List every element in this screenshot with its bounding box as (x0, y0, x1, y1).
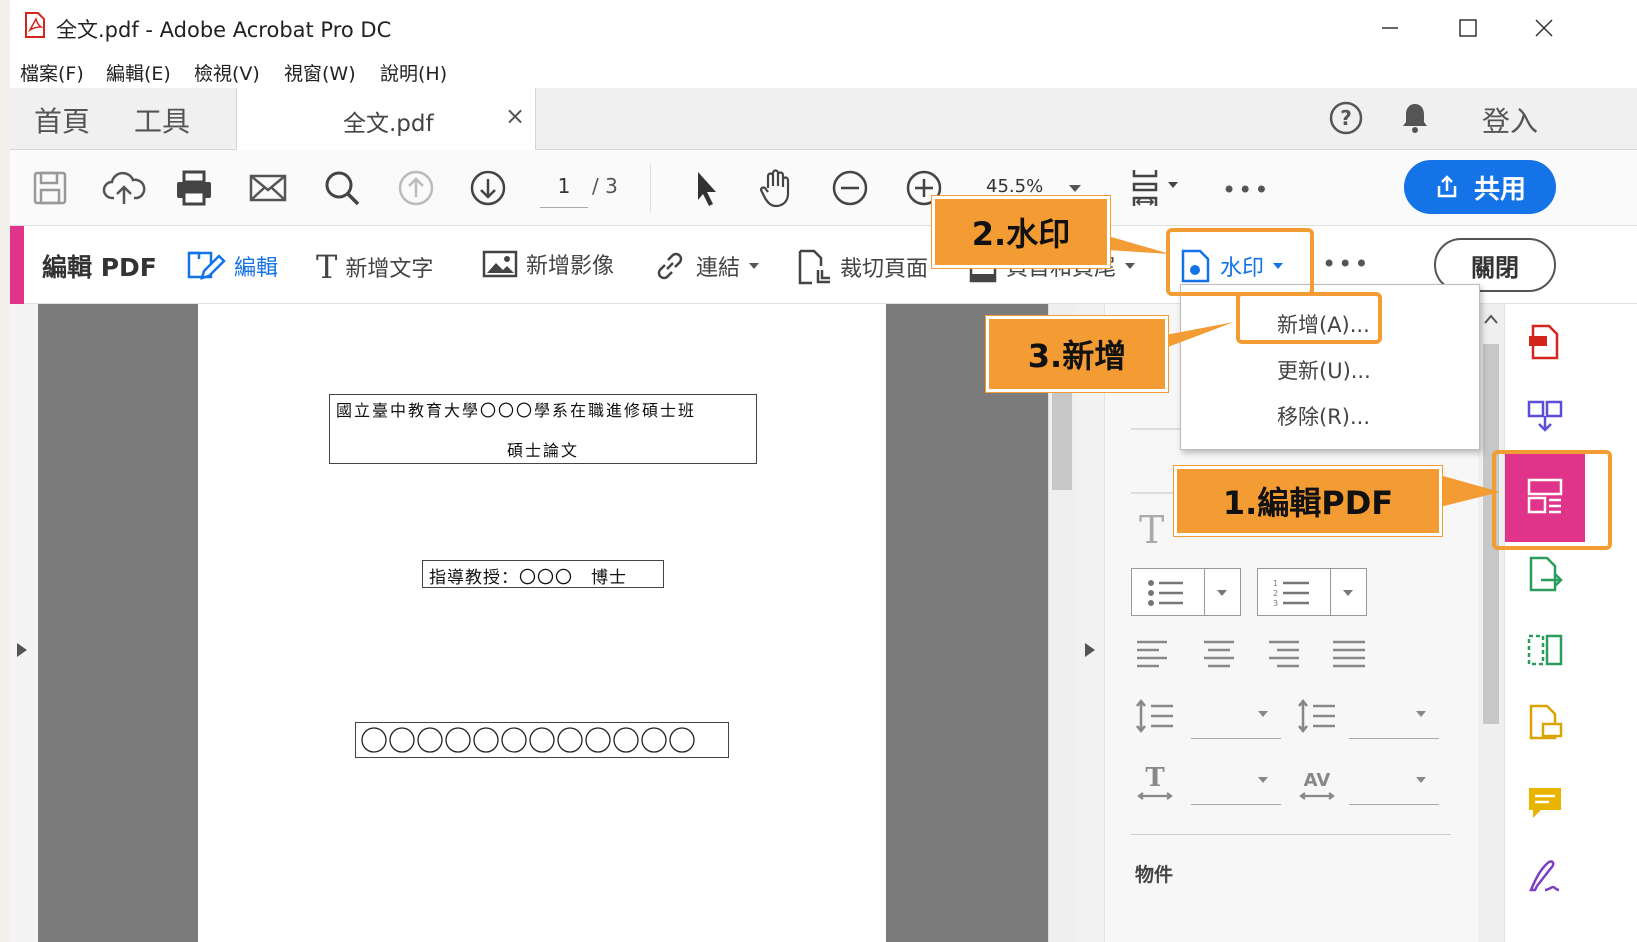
callout-step3: 3.新增 (986, 316, 1168, 392)
add-item-highlight (1236, 292, 1382, 344)
callout-step1: 1.編輯PDF (1174, 466, 1442, 536)
acrobat-window: 全文.pdf - Adobe Acrobat Pro DC 檔案(F) 編輯(E… (10, 0, 1637, 942)
watermark-highlight (1166, 228, 1314, 296)
edit-pdf-tool-highlight (1492, 450, 1612, 550)
callout-step2: 2.水印 (932, 196, 1110, 268)
